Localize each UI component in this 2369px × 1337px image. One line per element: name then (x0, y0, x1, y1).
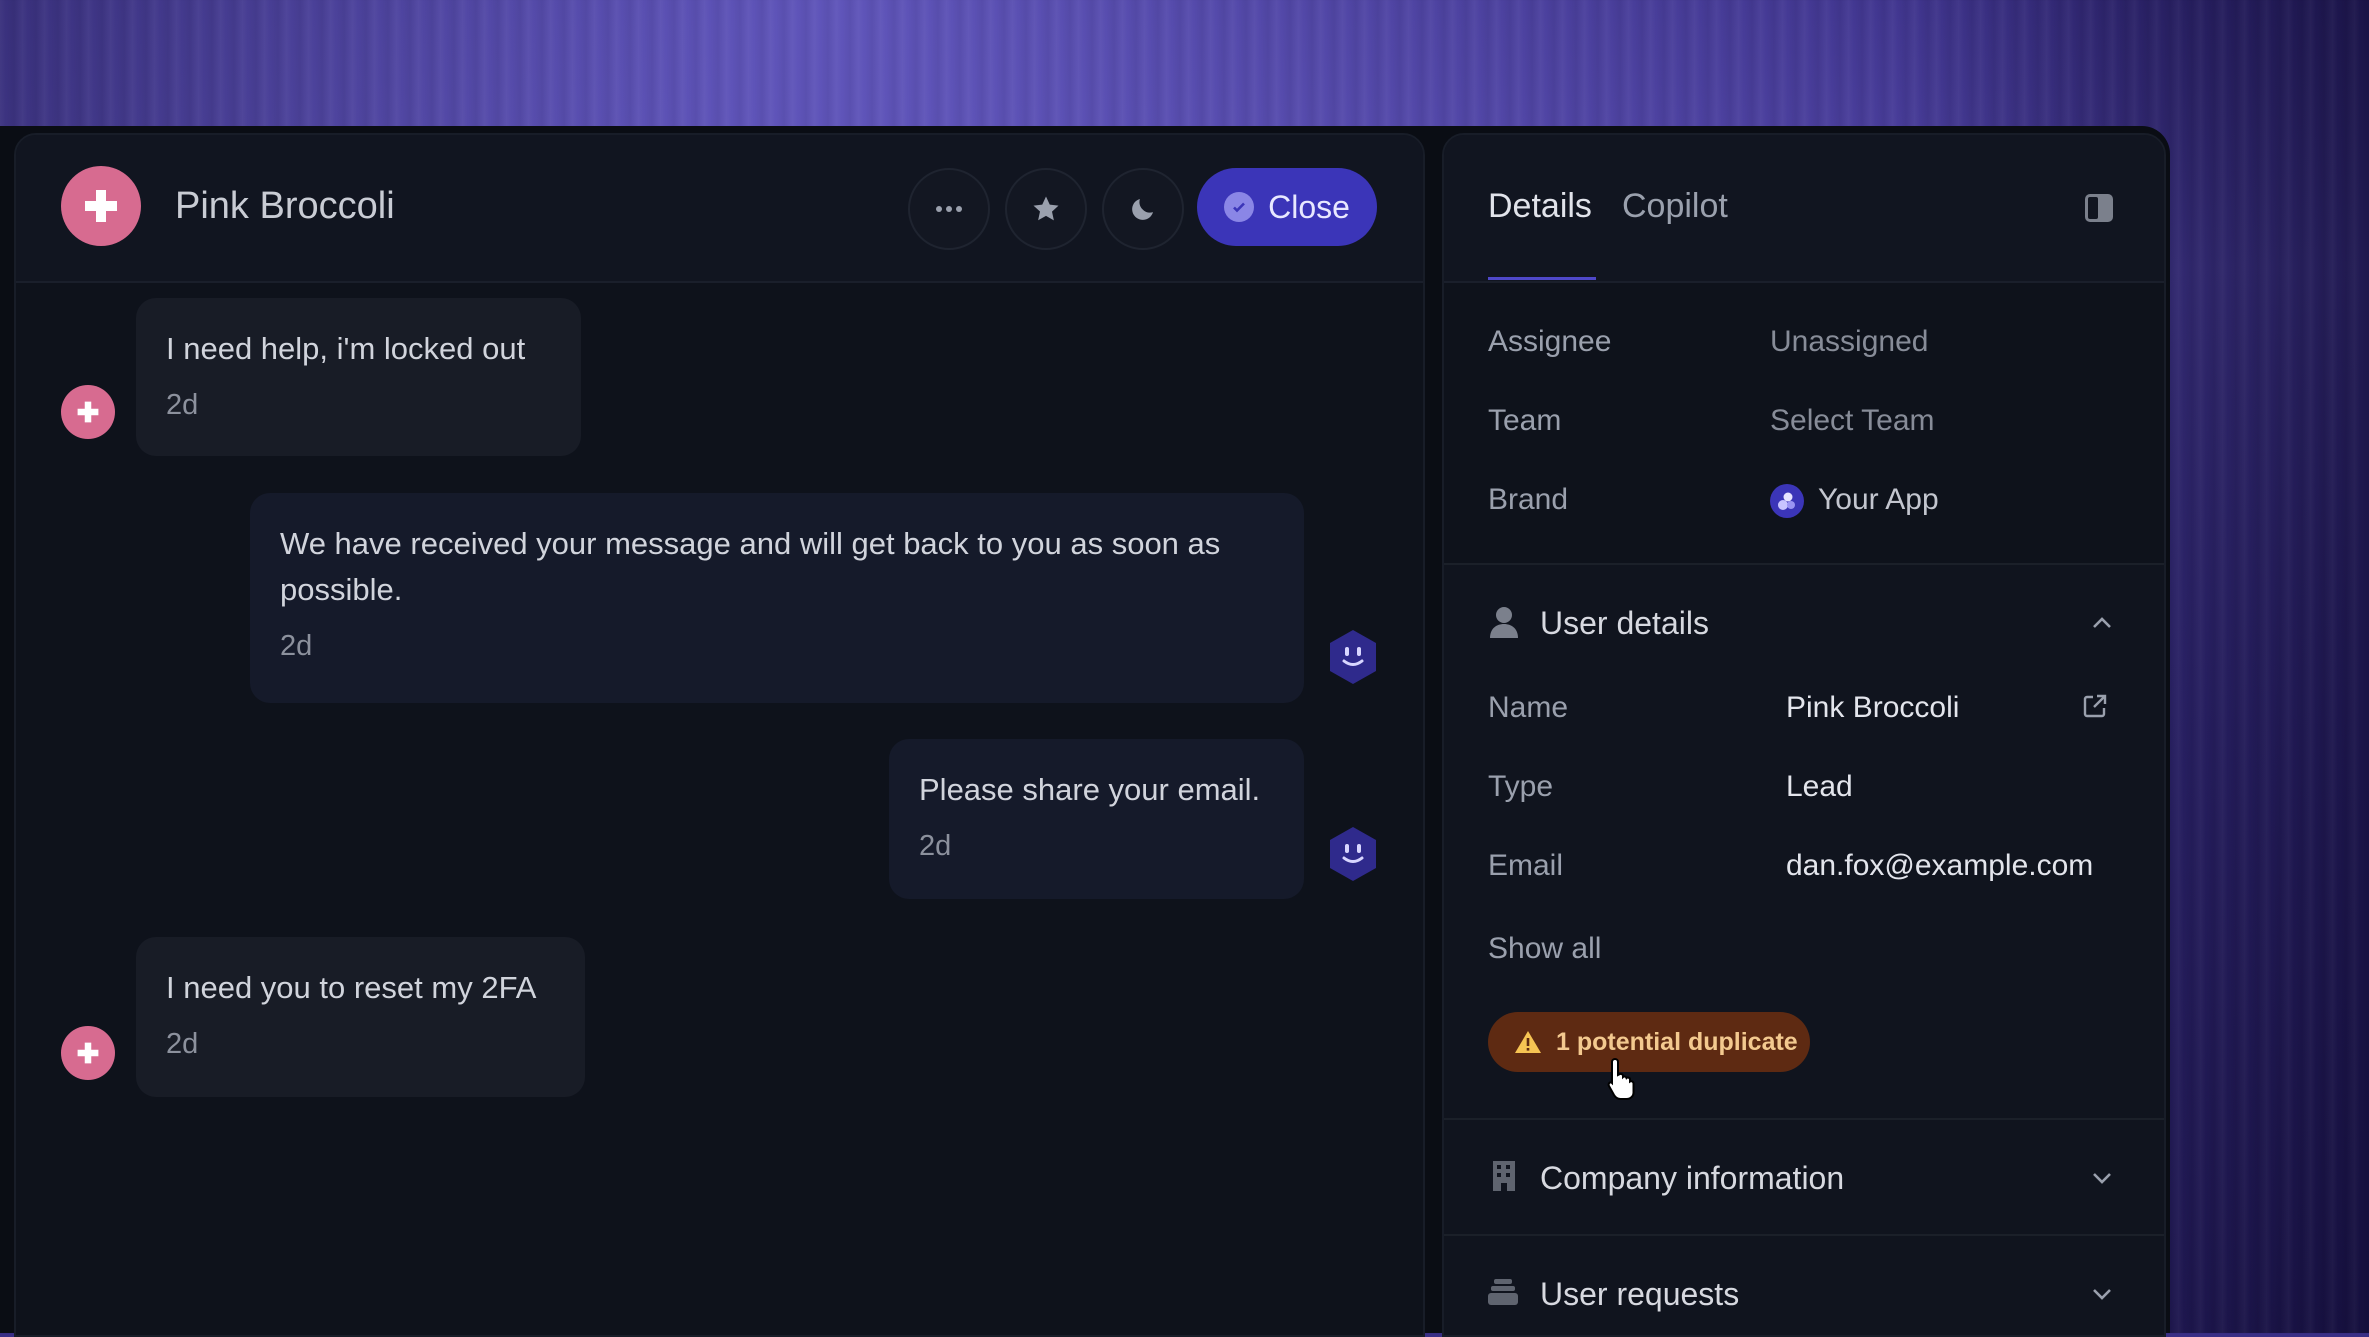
brand-logo-icon (1770, 484, 1804, 518)
cross-icon (77, 401, 99, 423)
message-time: 2d (166, 1028, 199, 1060)
moon-icon (1132, 199, 1153, 220)
cross-icon (85, 190, 117, 222)
contact-avatar[interactable] (61, 166, 141, 246)
message-bubble: I need help, i'm locked out 2d (136, 298, 581, 456)
conversation-title: Pink Broccoli (175, 185, 395, 227)
message-text: I need help, i'm locked out (166, 331, 526, 366)
user-details-title: User details (1540, 605, 1709, 641)
sidebar-toggle-icon[interactable] (2084, 193, 2114, 223)
person-icon (1490, 607, 1518, 638)
close-label: Close (1268, 188, 1350, 225)
user-avatar (61, 1026, 115, 1080)
potential-duplicate-badge[interactable]: 1 potential duplicate (1488, 1012, 1810, 1072)
team-label: Team (1488, 404, 1562, 437)
details-panel: Details Copilot Assignee Unassigned Team… (1442, 133, 2166, 1337)
company-information-section[interactable]: Company information (1444, 1118, 2164, 1236)
cross-icon (77, 1042, 99, 1064)
team-value[interactable]: Select Team (1770, 404, 1935, 438)
show-all-link[interactable]: Show all (1488, 932, 1601, 966)
assignee-label: Assignee (1488, 325, 1612, 358)
close-conversation-button[interactable]: Close (1197, 168, 1377, 246)
external-link-icon[interactable] (2082, 693, 2108, 719)
hand-pointer-icon (1607, 1057, 1635, 1100)
email-label: Email (1488, 849, 1564, 882)
message-text: I need you to reset my 2FA (166, 970, 537, 1005)
message-time: 2d (919, 830, 952, 862)
conversation-header: Pink Broccoli Close (16, 135, 1423, 283)
chevron-down-icon[interactable] (2092, 1288, 2112, 1300)
building-icon (1493, 1161, 1515, 1191)
type-value[interactable]: Lead (1786, 770, 1853, 804)
message-text: Please share your email. (919, 772, 1261, 807)
user-requests-section[interactable]: User requests (1444, 1234, 2164, 1335)
tab-details[interactable]: Details (1488, 187, 1592, 226)
message-time: 2d (166, 389, 199, 421)
details-tabs: Details Copilot (1444, 135, 2164, 283)
bot-avatar-icon (1330, 630, 1376, 684)
message-bubble: Please share your email. 2d (889, 739, 1304, 899)
chevron-up-icon[interactable] (2092, 617, 2112, 629)
duplicate-badge-label: 1 potential duplicate (1556, 1027, 1798, 1056)
email-value[interactable]: dan.fox@example.com (1786, 849, 2093, 883)
brand-label: Brand (1488, 483, 1569, 516)
chevron-down-icon[interactable] (2092, 1172, 2112, 1184)
name-value: Pink Broccoli (1786, 691, 1960, 724)
tab-copilot[interactable]: Copilot (1622, 187, 1728, 226)
inbox-stack-icon (1488, 1279, 1518, 1305)
message-bubble: We have received your message and will g… (250, 493, 1304, 703)
message-bubble: I need you to reset my 2FA 2d (136, 937, 585, 1097)
conversation-panel: Pink Broccoli Close I need help, i'm loc… (14, 133, 1425, 1337)
active-tab-indicator (1488, 277, 1596, 280)
bot-avatar-icon (1330, 827, 1376, 881)
check-circle-icon (1224, 192, 1255, 222)
star-icon (1033, 196, 1059, 221)
name-label: Name (1488, 691, 1569, 724)
user-requests-title: User requests (1540, 1276, 1740, 1312)
warning-icon (1515, 1031, 1541, 1053)
message-time: 2d (280, 630, 313, 662)
message-text: We have received your message and will g… (280, 526, 1221, 607)
snooze-button[interactable] (1102, 168, 1184, 250)
assignee-value[interactable]: Unassigned (1770, 325, 1928, 359)
more-icon (936, 206, 962, 212)
user-avatar (61, 385, 115, 439)
brand-value[interactable]: Your App (1818, 483, 1939, 517)
company-information-title: Company information (1540, 1160, 1845, 1196)
type-label: Type (1488, 770, 1554, 803)
more-button[interactable] (908, 168, 990, 250)
star-button[interactable] (1005, 168, 1087, 250)
